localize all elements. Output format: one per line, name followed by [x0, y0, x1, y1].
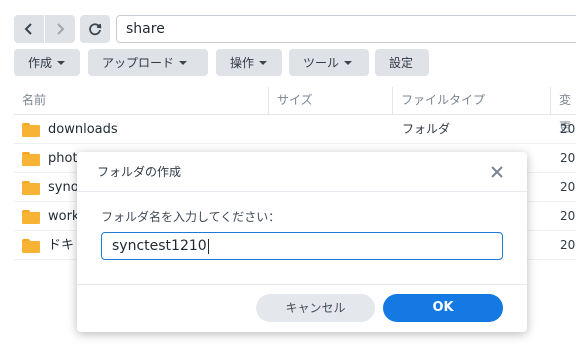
upload-label: アップロード: [102, 56, 175, 70]
file-modified: 20: [560, 122, 576, 136]
folder-name-value: synctest1210: [112, 238, 207, 254]
refresh-icon: [89, 23, 102, 36]
create-button[interactable]: 作成: [14, 49, 80, 76]
create-label: 作成: [28, 56, 53, 70]
create-folder-dialog: フォルダの作成 フォルダ名を入力してください： synctest1210 キャン…: [77, 152, 527, 332]
close-icon[interactable]: [489, 164, 505, 180]
chevron-right-icon: [57, 23, 65, 35]
folder-icon: [22, 210, 40, 224]
column-header-type[interactable]: ファイルタイプ: [392, 87, 550, 115]
file-modified: 20: [560, 151, 576, 165]
column-header-name[interactable]: 名前: [14, 87, 268, 115]
file-name: downloads: [48, 122, 118, 137]
refresh-button[interactable]: [80, 15, 110, 43]
upload-button[interactable]: アップロード: [88, 49, 208, 76]
file-name: syno: [48, 180, 79, 195]
file-name: ドキ: [48, 238, 75, 253]
ok-button[interactable]: OK: [383, 294, 503, 322]
column-header-size[interactable]: サイズ: [268, 87, 392, 115]
file-name: phot: [48, 151, 78, 166]
file-type: フォルダ: [402, 122, 451, 136]
column-header-modified[interactable]: 変更: [550, 87, 576, 134]
folder-icon: [22, 181, 40, 195]
dialog-divider: [77, 284, 527, 285]
file-modified: 20: [560, 180, 576, 194]
tools-button[interactable]: ツール: [289, 49, 369, 76]
table-row[interactable]: downloads フォルダ 20: [14, 115, 576, 144]
settings-button[interactable]: 設定: [375, 49, 429, 76]
folder-name-input[interactable]: synctest1210: [101, 232, 503, 260]
file-name: work: [48, 209, 80, 224]
forward-button[interactable]: [45, 15, 75, 43]
back-button[interactable]: [14, 15, 44, 43]
path-text: share: [126, 21, 165, 37]
dialog-header: フォルダの作成: [77, 152, 527, 192]
path-input[interactable]: share: [116, 15, 576, 43]
folder-name-label: フォルダ名を入力してください：: [101, 210, 281, 224]
chevron-left-icon: [24, 23, 32, 35]
file-modified: 20: [560, 238, 576, 252]
file-modified: 20: [560, 209, 576, 223]
caret-down-icon: [179, 61, 188, 65]
cancel-button[interactable]: キャンセル: [256, 294, 375, 322]
table-header: 名前 サイズ ファイルタイプ 変更: [14, 87, 576, 134]
caret-down-icon: [259, 61, 268, 65]
folder-icon: [22, 123, 40, 137]
action-label: 操作: [230, 56, 255, 70]
caret-down-icon: [344, 61, 353, 65]
folder-icon: [22, 152, 40, 166]
caret-down-icon: [57, 61, 66, 65]
settings-label: 設定: [389, 56, 414, 70]
tools-label: ツール: [303, 56, 340, 70]
action-button[interactable]: 操作: [216, 49, 282, 76]
text-cursor: [207, 238, 209, 254]
dialog-title: フォルダの作成: [97, 165, 182, 179]
folder-icon: [22, 239, 40, 253]
